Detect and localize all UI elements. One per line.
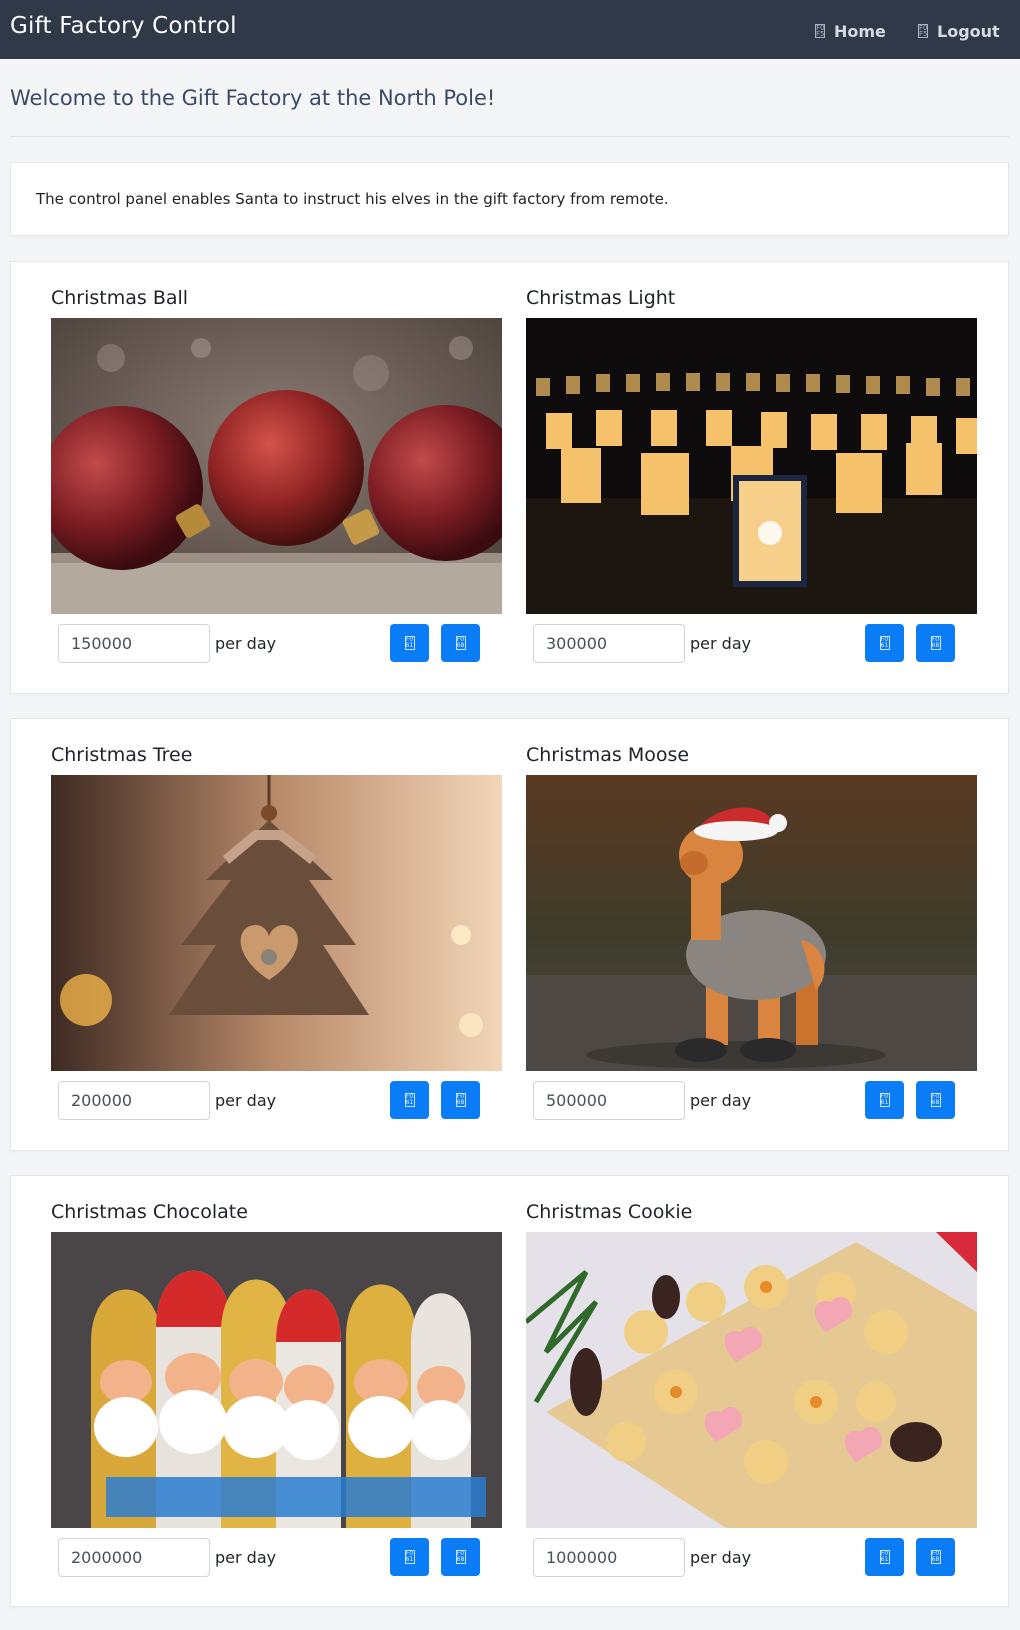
quantity-input[interactable] bbox=[533, 1538, 685, 1577]
missing-glyph-icon: F0 61 bbox=[879, 1550, 890, 1564]
increase-button[interactable]: F0 61 bbox=[390, 1538, 429, 1576]
product-name: Christmas Chocolate bbox=[51, 1201, 248, 1223]
quantity-input[interactable] bbox=[533, 624, 685, 663]
nav-home-label: Home bbox=[834, 21, 886, 41]
quantity-input[interactable] bbox=[58, 1538, 210, 1577]
page-title: Welcome to the Gift Factory at the North… bbox=[10, 86, 496, 110]
decrease-button[interactable]: F0 68 bbox=[441, 1081, 480, 1119]
unit-label: per day bbox=[690, 634, 752, 653]
product-card-moose: Christmas Moose 500000 per day F0 61 F0 … bbox=[526, 719, 978, 1150]
missing-glyph-icon: F0 68 bbox=[455, 1550, 466, 1564]
missing-glyph-icon: F0 68 bbox=[930, 636, 941, 650]
quantity-input[interactable] bbox=[58, 1081, 210, 1120]
divider bbox=[10, 136, 1009, 137]
missing-glyph-icon: F0 F5 bbox=[918, 24, 928, 38]
product-image-christmas-cookie bbox=[526, 1232, 977, 1528]
unit-label: per day bbox=[690, 1548, 752, 1567]
unit-label: per day bbox=[215, 1548, 277, 1567]
product-image-christmas-chocolate bbox=[51, 1232, 502, 1528]
missing-glyph-icon: F0 68 bbox=[930, 1550, 941, 1564]
product-name: Christmas Light bbox=[526, 287, 676, 309]
decrease-button[interactable]: F0 68 bbox=[441, 624, 480, 662]
navbar: Gift Factory Control F0 F5 Home F0 F5 Lo… bbox=[0, 0, 1020, 59]
product-card-cookie: Christmas Cookie per day F0 61 bbox=[526, 1176, 978, 1606]
missing-glyph-icon: F0 61 bbox=[404, 1093, 415, 1107]
product-row: Christmas Chocolate 2000000 per day F0 6… bbox=[10, 1175, 1009, 1607]
product-name: Christmas Moose bbox=[526, 744, 690, 766]
intro-card: The control panel enables Santa to instr… bbox=[10, 162, 1009, 236]
nav-logout-link[interactable]: F0 F5 Logout bbox=[918, 20, 1000, 42]
product-card-light: Christmas Light per day F0 61 F0 68 bbox=[526, 262, 978, 693]
increase-button[interactable]: F0 61 bbox=[865, 1538, 904, 1576]
decrease-button[interactable]: F0 68 bbox=[916, 624, 955, 662]
product-row: Christmas Tree per day F0 61 F0 68 Chris… bbox=[10, 718, 1009, 1151]
product-image-christmas-moose bbox=[526, 775, 977, 1071]
decrease-button[interactable]: F0 68 bbox=[441, 1538, 480, 1576]
product-name: Christmas Tree bbox=[51, 744, 193, 766]
product-card-tree: Christmas Tree per day F0 61 F0 68 bbox=[51, 719, 503, 1150]
intro-text: The control panel enables Santa to instr… bbox=[36, 190, 669, 208]
increase-button[interactable]: F0 61 bbox=[390, 1081, 429, 1119]
missing-glyph-icon: F0 68 bbox=[455, 636, 466, 650]
nav-logout-label: Logout bbox=[937, 21, 1000, 41]
nav-home-link[interactable]: F0 F5 Home bbox=[815, 20, 886, 42]
brand-title[interactable]: Gift Factory Control bbox=[10, 13, 237, 39]
product-name: Christmas Cookie bbox=[526, 1201, 693, 1223]
quantity-input[interactable] bbox=[58, 624, 210, 663]
unit-label: per day bbox=[690, 1091, 752, 1110]
decrease-button[interactable]: F0 68 bbox=[916, 1538, 955, 1576]
product-card-ball: Christmas Ball 150000 per day F0 61 F0 6… bbox=[51, 262, 503, 693]
missing-glyph-icon: F0 61 bbox=[879, 636, 890, 650]
product-name: Christmas Ball bbox=[51, 287, 189, 309]
product-image-christmas-light bbox=[526, 318, 977, 614]
missing-glyph-icon: F0 61 bbox=[879, 1093, 890, 1107]
increase-button[interactable]: F0 61 bbox=[865, 1081, 904, 1119]
increase-button[interactable]: F0 61 bbox=[865, 624, 904, 662]
quantity-input[interactable] bbox=[533, 1081, 685, 1120]
missing-glyph-icon: F0 61 bbox=[404, 1550, 415, 1564]
missing-glyph-icon: F0 68 bbox=[930, 1093, 941, 1107]
product-card-chocolate: Christmas Chocolate 2000000 per day F0 6… bbox=[51, 1176, 503, 1606]
increase-button[interactable]: F0 61 bbox=[390, 624, 429, 662]
unit-label: per day bbox=[215, 634, 277, 653]
product-image-christmas-tree bbox=[51, 775, 502, 1071]
missing-glyph-icon: F0 61 bbox=[404, 636, 415, 650]
missing-glyph-icon: F0 F5 bbox=[815, 24, 825, 38]
product-row: Christmas Ball 150000 per day F0 61 F0 6… bbox=[10, 261, 1009, 694]
missing-glyph-icon: F0 68 bbox=[455, 1093, 466, 1107]
unit-label: per day bbox=[215, 1091, 277, 1110]
decrease-button[interactable]: F0 68 bbox=[916, 1081, 955, 1119]
product-image-christmas-ball bbox=[51, 318, 502, 614]
